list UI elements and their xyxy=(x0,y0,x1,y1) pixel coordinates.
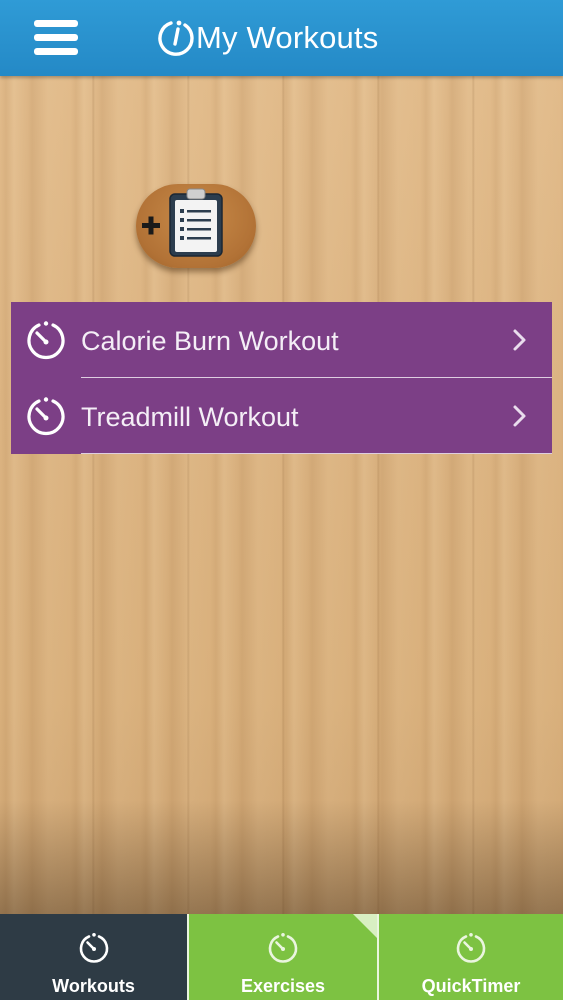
tab-exercises[interactable]: Exercises xyxy=(187,914,377,1000)
stopwatch-icon xyxy=(79,933,108,963)
hamburger-menu-icon-bar xyxy=(34,48,78,55)
hamburger-menu-icon xyxy=(34,20,78,27)
stopwatch-icon xyxy=(27,321,65,360)
stopwatch-logo-icon xyxy=(158,20,194,56)
stopwatch-icon xyxy=(456,933,486,963)
add-clipboard-icon xyxy=(142,188,223,257)
tab-label: Exercises xyxy=(240,976,326,996)
row-divider xyxy=(81,453,552,454)
hamburger-menu-icon-bar xyxy=(34,34,78,41)
floor-shadow xyxy=(0,800,563,914)
stopwatch-icon xyxy=(268,933,298,963)
chevron-right-icon xyxy=(513,405,526,427)
workout-name: Treadmill Workout xyxy=(81,402,299,432)
menu-button[interactable] xyxy=(34,20,78,56)
page-title: My Workouts xyxy=(196,20,379,55)
page-title-group: My Workouts xyxy=(158,14,379,62)
tab-label: QuickTimer xyxy=(421,976,521,996)
add-workout-button[interactable] xyxy=(136,184,256,268)
tab-label: Workouts xyxy=(52,976,135,996)
tab-quicktimer[interactable]: QuickTimer xyxy=(377,914,563,1000)
header-bar: My Workouts xyxy=(0,0,563,76)
chevron-right-icon xyxy=(513,329,526,351)
corner-flag-icon xyxy=(353,914,377,938)
stopwatch-icon xyxy=(27,397,65,436)
workout-list: Calorie Burn Workout Treadmill Workout xyxy=(11,302,552,454)
tab-bar: Workouts Exercises QuickTimer xyxy=(0,914,563,1000)
workout-name: Calorie Burn Workout xyxy=(81,326,339,356)
tab-workouts[interactable]: Workouts xyxy=(0,914,187,1000)
workout-row-treadmill[interactable]: Treadmill Workout xyxy=(11,378,552,454)
workout-row-calorie-burn[interactable]: Calorie Burn Workout xyxy=(11,302,552,378)
